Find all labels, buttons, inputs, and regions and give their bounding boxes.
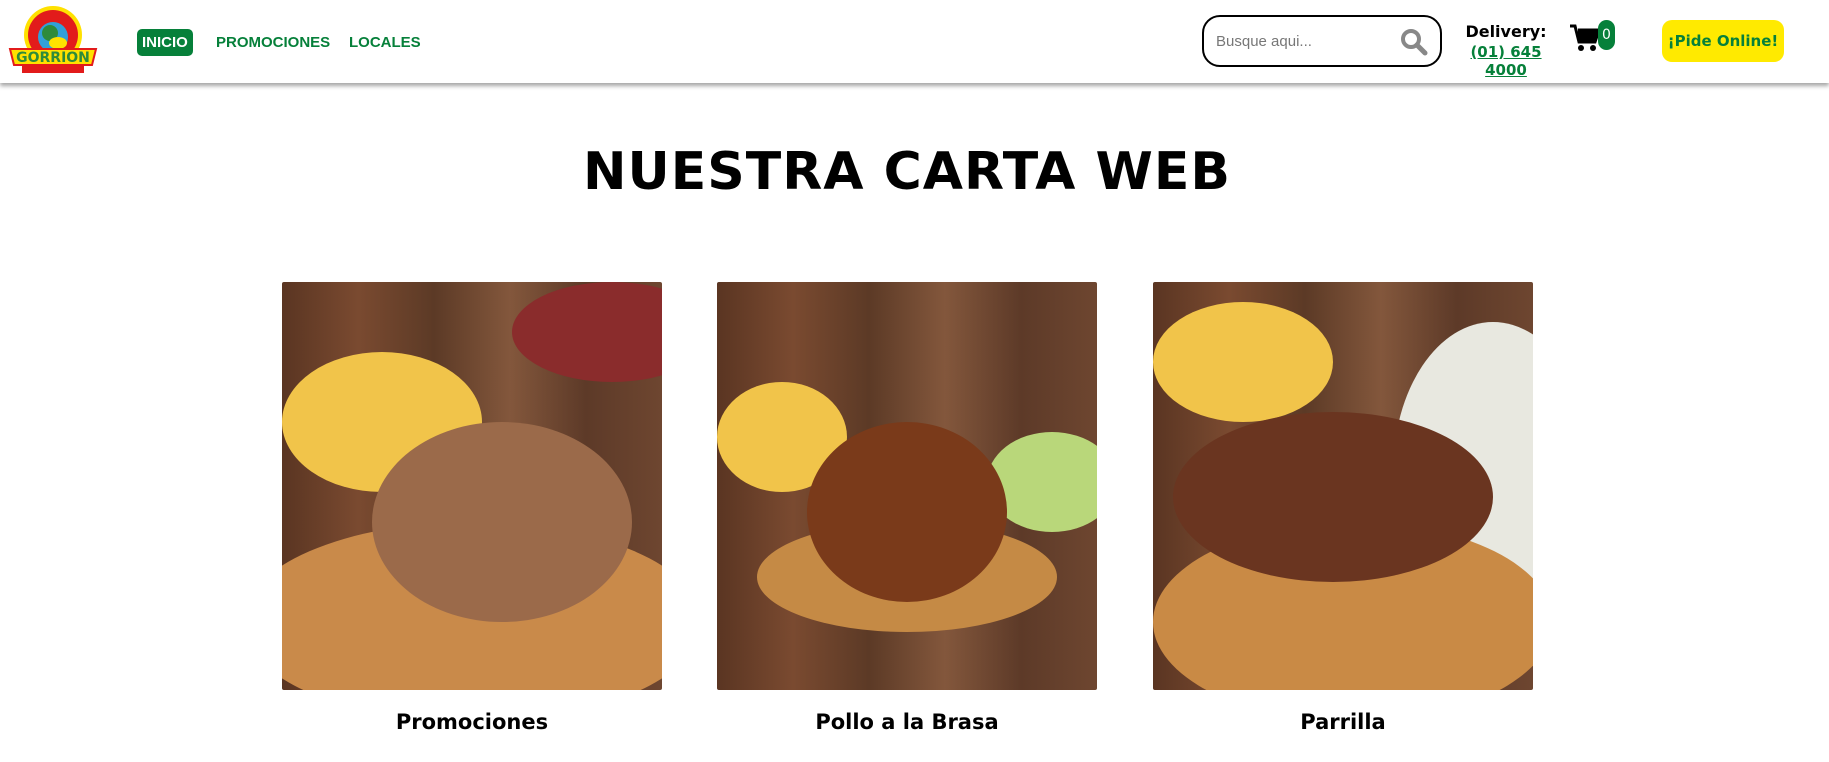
nav-promociones[interactable]: PROMOCIONES: [216, 29, 330, 56]
logo[interactable]: GORRION: [8, 3, 98, 75]
delivery-label: Delivery:: [1465, 22, 1547, 41]
menu-card-promociones[interactable]: Promociones: [282, 282, 662, 734]
card-label: Pollo a la Brasa: [815, 710, 999, 734]
parrilla-image: [1153, 282, 1533, 690]
nav-inicio[interactable]: INICIO: [137, 29, 193, 56]
search-placeholder: Busque aqui...: [1216, 33, 1312, 50]
card-label: Promociones: [395, 710, 549, 734]
cart-icon[interactable]: [1570, 24, 1600, 52]
cart-count-badge: 0: [1598, 20, 1615, 50]
card-label: Parrilla: [1300, 710, 1386, 734]
svg-text:GORRION: GORRION: [16, 50, 90, 66]
search-icon[interactable]: [1400, 28, 1428, 56]
pollo-a-la-brasa-image: [717, 282, 1097, 690]
search-input[interactable]: Busque aqui...: [1202, 15, 1442, 67]
menu-card-parrilla[interactable]: Parrilla: [1153, 282, 1533, 734]
pide-online-button[interactable]: ¡Pide Online!: [1662, 20, 1784, 62]
page-title: NUESTRA CARTA WEB: [583, 142, 1231, 202]
header: GORRION INICIO PROMOCIONES LOCALES Busqu…: [0, 0, 1829, 83]
nav-locales[interactable]: LOCALES: [349, 29, 421, 56]
menu-card-pollo-a-la-brasa[interactable]: Pollo a la Brasa: [717, 282, 1097, 734]
promociones-image: [282, 282, 662, 690]
delivery-phone-link[interactable]: (01) 645 4000: [1452, 43, 1560, 79]
